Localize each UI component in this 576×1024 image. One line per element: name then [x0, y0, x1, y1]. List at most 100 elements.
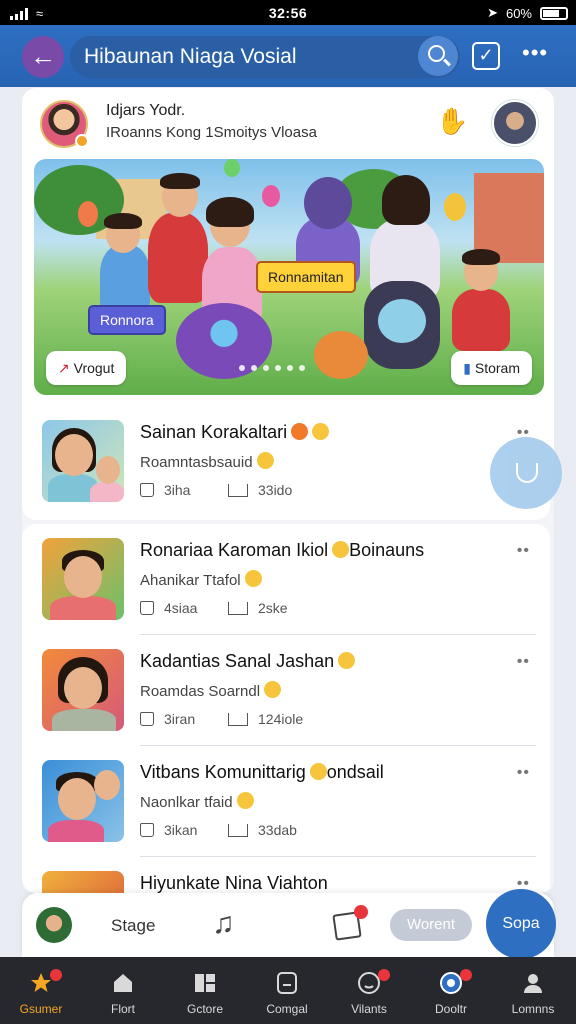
stage-button[interactable]: Stage — [111, 916, 155, 936]
item-title: Vitbans Komunittarig ondsail — [140, 762, 384, 782]
item-subtitle: Ahanikar Ttafol — [140, 570, 262, 589]
wave-hand-icon[interactable]: ✋ — [436, 106, 468, 138]
nav-item-home[interactable]: Gsumer — [0, 957, 82, 1024]
item-more-button[interactable]: •• — [517, 764, 530, 782]
search-icon-handle — [443, 58, 451, 67]
nav-label: Lomnns — [511, 1002, 555, 1016]
like-count: 3iha — [164, 482, 191, 498]
list-item[interactable]: Ronariaa Karoman Ikiol Boinauns Ahanikar … — [22, 524, 550, 635]
title-pill: Hibaunan Niaga Vosial — [70, 36, 460, 78]
nav-badge — [50, 969, 62, 981]
adult-figure — [160, 173, 200, 189]
feed-card: Ronariaa Karoman Ikiol Boinauns Ahanikar … — [22, 524, 550, 893]
item-title: Sainan Korakaltari — [140, 422, 330, 443]
emoji-icon — [244, 570, 262, 587]
smile-icon — [516, 463, 538, 483]
nav-item-flort[interactable]: Flort — [82, 957, 164, 1024]
avatar-badge — [75, 134, 89, 148]
app-header: ← Hibaunan Niaga Vosial ✓ ••• — [0, 25, 576, 87]
banner-center-label[interactable]: Ronnamitan — [256, 261, 356, 293]
nav-item-profile[interactable]: Lomnns — [492, 957, 574, 1024]
banner-right-button[interactable]: ▮ Storam — [451, 351, 532, 385]
nav-item-vilants[interactable]: Vilants — [328, 957, 410, 1024]
emoji-icon — [264, 681, 282, 698]
search-button[interactable] — [418, 36, 458, 76]
secondary-pill-button[interactable]: Worent — [390, 909, 472, 941]
share-button[interactable]: 33dab — [228, 822, 297, 838]
edit-icon: ✓ — [478, 45, 494, 65]
status-right: ➤ 60% — [487, 5, 568, 21]
profile-avatar[interactable] — [40, 100, 89, 148]
nav-item-dooltr[interactable]: Dooltr — [410, 957, 492, 1024]
like-count: 4siaa — [164, 600, 198, 616]
floating-action-button[interactable] — [490, 437, 562, 509]
share-count: 33dab — [258, 822, 297, 838]
emoji-icon — [256, 452, 274, 469]
like-icon — [140, 601, 154, 615]
adult-figure — [148, 213, 208, 303]
edit-button[interactable]: ✓ — [472, 42, 500, 70]
arrow-left-icon: ← — [30, 41, 56, 71]
emoji-icon — [338, 652, 356, 669]
like-count: 3ikan — [164, 822, 198, 838]
like-button[interactable]: 3ikan — [140, 822, 197, 838]
link-icon: ↗ — [58, 360, 70, 376]
item-title: Hiyunkate Nina Viahton — [140, 873, 328, 893]
feed-card: Sainan Korakaltari Roamntasbsauid 3iha 3… — [22, 406, 550, 520]
share-count: 2ske — [258, 600, 288, 616]
balloon — [444, 193, 466, 221]
status-bar: ≈ 32:56 ➤ 60% — [0, 0, 576, 25]
share-button[interactable]: 33ido — [228, 482, 292, 498]
content-panel[interactable]: Idjars Yodr. IRoanns Kong 1Smoitys Vloas… — [22, 88, 554, 893]
chat-icon — [277, 972, 297, 994]
list-item[interactable]: Sainan Korakaltari Roamntasbsauid 3iha 3… — [22, 406, 550, 517]
more-options-button[interactable]: ••• — [522, 40, 548, 66]
more-icon: •• — [516, 764, 530, 781]
emoji-icon — [236, 792, 254, 809]
list-item[interactable]: Kadantias Sanal Jashan Roamdas Soarndl 3… — [22, 635, 550, 746]
like-button[interactable]: 3iha — [140, 482, 190, 498]
profile-name[interactable]: Idjars Yodr. — [106, 102, 185, 120]
like-button[interactable]: 3iran — [140, 711, 195, 727]
list-item[interactable]: Vitbans Komunittarig ondsail Naonlkar tfa… — [22, 746, 550, 857]
share-icon — [228, 483, 248, 497]
nav-item-store[interactable]: Gctore — [164, 957, 246, 1024]
carousel-dots[interactable] — [239, 365, 305, 371]
item-title: Kadantias Sanal Jashan — [140, 651, 356, 672]
contact-avatar[interactable] — [492, 100, 538, 146]
child-figure — [206, 197, 254, 227]
nav-label: Flort — [111, 1002, 135, 1016]
banner-left-label[interactable]: Ronnora — [88, 305, 166, 335]
banner-left-button[interactable]: ↗ Vrogut — [46, 351, 127, 385]
emoji-icon — [332, 541, 350, 558]
more-icon: •• — [516, 653, 530, 670]
list-item[interactable]: Hiyunkate Nina Viahton •• — [22, 857, 550, 893]
featured-banner[interactable]: Ronnamitan Ronnora ↗ Vrogut ▮ Storam — [34, 159, 544, 395]
nav-label: Vilants — [351, 1002, 387, 1016]
item-thumbnail — [42, 871, 124, 893]
home-icon — [114, 974, 132, 992]
item-thumbnail — [42, 420, 124, 502]
post-button[interactable]: Sopa — [486, 889, 556, 959]
battery-icon — [540, 6, 568, 20]
item-more-button[interactable]: •• — [517, 542, 530, 560]
child-figure — [462, 249, 500, 265]
balloon — [224, 159, 240, 177]
nav-item-chat[interactable]: Comgal — [246, 957, 328, 1024]
nav-badge — [460, 969, 472, 981]
grid-icon — [195, 974, 215, 992]
location-icon: ➤ — [487, 5, 498, 20]
share-button[interactable]: 2ske — [228, 600, 288, 616]
share-button[interactable]: 124iole — [228, 711, 303, 727]
item-thumbnail — [42, 760, 124, 842]
back-button[interactable]: ← — [22, 36, 64, 78]
item-more-button[interactable]: •• — [517, 653, 530, 671]
music-icon[interactable]: ♫ — [212, 907, 235, 941]
item-thumbnail — [42, 649, 124, 731]
like-button[interactable]: 4siaa — [140, 600, 197, 616]
nav-label: Comgal — [266, 1002, 308, 1016]
book-icon: ▮ — [463, 360, 471, 376]
share-icon — [228, 712, 248, 726]
child-figure — [104, 213, 142, 229]
user-avatar[interactable] — [36, 907, 72, 943]
